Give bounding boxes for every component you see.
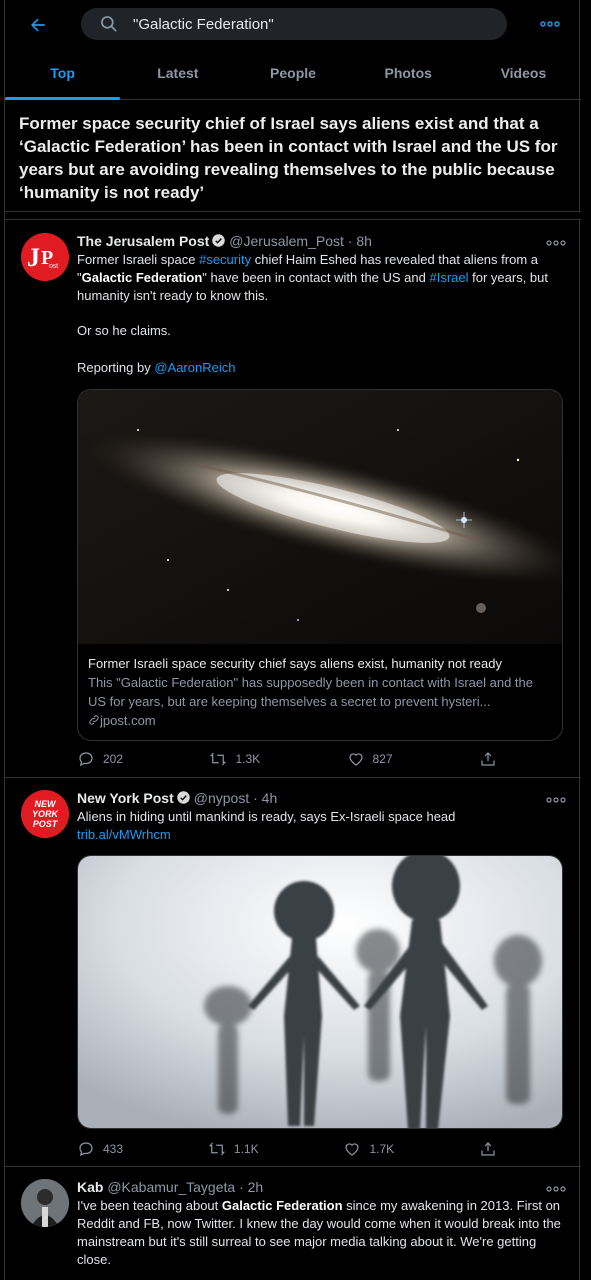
hashtag-israel[interactable]: #Israel	[429, 270, 468, 285]
jpost-logo: J P ost	[21, 233, 69, 281]
retweet-button[interactable]: 1.3K	[209, 748, 260, 770]
tweet-text-line: Reporting by @AaronReich	[77, 359, 569, 377]
text-segment: Reporting by	[77, 360, 155, 375]
card-domain: jpost.com	[100, 713, 156, 728]
verified-badge-icon	[212, 234, 226, 247]
author-name[interactable]: New York Post	[77, 790, 174, 806]
share-button[interactable]	[479, 748, 497, 770]
tweet-body: New York Post @nypost · 4h Aliens in hidi…	[77, 788, 569, 844]
back-button[interactable]	[23, 10, 53, 40]
like-count: 827	[372, 752, 393, 766]
tweet-body: Kab @Kabamur_Taygeta · 2h I've been teac…	[77, 1177, 569, 1269]
tweet-text: Former Israeli space #security chief Hai…	[77, 251, 569, 305]
divider	[5, 212, 581, 220]
tweet-header: The Jerusalem Post @Jerusalem_Post · 8h	[77, 231, 569, 251]
tweet-jerusalem-post[interactable]: J P ost The Jerusalem Post @Jerusalem_Pos…	[5, 221, 581, 778]
svg-text:J: J	[27, 243, 40, 272]
like-button[interactable]: 1.7K	[343, 1138, 394, 1160]
search-tabs: Top Latest People Photos Videos	[5, 48, 581, 100]
retweet-button[interactable]: 1.1K	[208, 1138, 259, 1160]
svg-text:ost: ost	[49, 261, 59, 270]
tweet-time[interactable]: · 2h	[239, 1179, 263, 1195]
tab-photos[interactable]: Photos	[351, 48, 466, 100]
like-count: 1.7K	[369, 1142, 395, 1156]
tweet-text: Aliens in hiding until mankind is ready,…	[77, 809, 456, 824]
author-handle[interactable]: @Kabamur_Taygeta	[107, 1179, 235, 1195]
author-name[interactable]: The Jerusalem Post	[77, 233, 209, 249]
tweet-time[interactable]: · 4h	[253, 790, 277, 806]
share-button[interactable]	[479, 1138, 497, 1160]
svg-text:YORK: YORK	[32, 809, 60, 819]
link-icon	[89, 715, 99, 725]
text-segment: Former Israeli space	[77, 252, 200, 267]
text-bold: Galactic Federation	[221, 1198, 343, 1213]
timeline-column: Top Latest People Photos Videos Former s…	[4, 0, 581, 1280]
tweet-link[interactable]: trib.al/vMWrhcm	[77, 826, 569, 844]
tweet-image[interactable]	[77, 855, 563, 1129]
search-box[interactable]	[81, 8, 507, 40]
avatar-new-york-post[interactable]: NEW YORK POST	[21, 790, 69, 838]
tweet-body: The Jerusalem Post @Jerusalem_Post · 8h F…	[77, 231, 569, 377]
tweet-actions: 202 1.3K 827	[77, 748, 497, 770]
verified-badge-icon	[177, 791, 190, 804]
like-icon	[345, 1143, 360, 1156]
card-description: This "Galactic Federation" has supposedl…	[88, 675, 533, 709]
tweet-text: I've been teaching about Galactic Federa…	[77, 1197, 569, 1269]
tweet-text-line: Or so he claims.	[77, 323, 171, 338]
tweet-time[interactable]: · 8h	[348, 233, 372, 249]
search-icon	[101, 16, 117, 32]
card-title: Former Israeli space security chief says…	[88, 656, 503, 671]
hashtag-security[interactable]: #security	[199, 252, 251, 267]
tweet-header: New York Post @nypost · 4h	[77, 788, 569, 808]
reply-count: 202	[103, 752, 124, 766]
search-header: Top Latest People Photos Videos	[5, 0, 581, 100]
avatar-jerusalem-post[interactable]: J P ost	[21, 233, 69, 281]
mention-aaronreich[interactable]: @AaronReich	[154, 360, 235, 375]
retweet-count: 1.1K	[233, 1142, 259, 1156]
reply-icon	[79, 1142, 93, 1157]
tab-latest[interactable]: Latest	[120, 48, 235, 100]
share-icon	[481, 1142, 495, 1156]
text-bold: Galactic Federation	[81, 270, 203, 285]
author-name[interactable]: Kab	[77, 1179, 103, 1195]
tweet-header: Kab @Kabamur_Taygeta · 2h	[77, 1177, 569, 1197]
svg-text:POST: POST	[33, 819, 59, 829]
author-handle[interactable]: @Jerusalem_Post	[229, 233, 344, 249]
nypost-logo: NEW YORK POST	[21, 790, 69, 838]
reply-button[interactable]: 202	[77, 748, 123, 770]
reply-count: 433	[103, 1142, 124, 1156]
kab-avatar-photo	[21, 1179, 69, 1227]
tab-top[interactable]: Top	[5, 48, 121, 100]
tab-videos[interactable]: Videos	[466, 48, 581, 100]
more-dots-icon	[540, 21, 560, 27]
tab-people[interactable]: People	[235, 48, 350, 100]
share-icon	[481, 752, 495, 766]
event-headline[interactable]: Former space security chief of Israel sa…	[5, 100, 581, 212]
search-more-button[interactable]	[537, 12, 563, 36]
retweet-count: 1.3K	[235, 752, 261, 766]
galaxy-image	[78, 390, 562, 644]
text-segment: " have been in contact with the US and	[202, 270, 430, 285]
reply-button[interactable]: 433	[77, 1138, 123, 1160]
link-card[interactable]: Former Israeli space security chief says…	[77, 389, 563, 741]
back-arrow-icon	[31, 18, 45, 32]
svg-text:NEW: NEW	[35, 799, 58, 809]
tweet-kab[interactable]: Kab @Kabamur_Taygeta · 2h I've been teac…	[5, 1167, 581, 1280]
retweet-icon	[210, 752, 227, 766]
tweet-actions: 433 1.1K 1.7K	[77, 1138, 497, 1160]
aliens-image	[78, 856, 562, 1128]
reply-icon	[79, 752, 93, 767]
search-input[interactable]	[133, 15, 473, 33]
retweet-icon	[208, 1142, 225, 1156]
like-button[interactable]: 827	[347, 748, 393, 770]
tweet-new-york-post[interactable]: NEW YORK POST New York Post @nypost · 4h …	[5, 778, 581, 1167]
card-domain-row: jpost.com	[88, 711, 552, 730]
text-segment: I've been teaching about	[77, 1198, 222, 1213]
avatar-kab[interactable]	[21, 1179, 69, 1227]
card-text: Former Israeli space security chief says…	[78, 644, 562, 738]
like-icon	[348, 753, 363, 766]
author-handle[interactable]: @nypost	[194, 790, 249, 806]
